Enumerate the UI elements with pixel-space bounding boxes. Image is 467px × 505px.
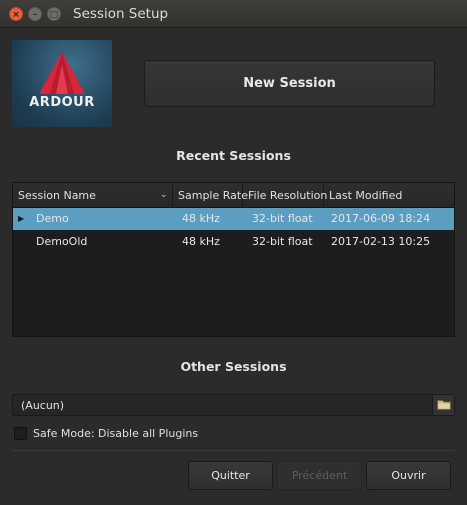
column-header-file-resolution[interactable]: File Resolution [243, 183, 327, 208]
session-name-cell: Demo [36, 212, 69, 225]
quit-button[interactable]: Quitter [188, 461, 273, 490]
safe-mode-checkbox[interactable] [14, 427, 27, 440]
file-resolution-cell: 32-bit float [252, 212, 313, 225]
table-row[interactable]: DemoOld 48 kHz 32-bit float 2017-02-13 1… [13, 231, 454, 253]
separator [12, 450, 455, 451]
title-bar: × – □ Session Setup [0, 0, 467, 28]
previous-button[interactable]: Précédent [277, 461, 362, 490]
minimize-window-button[interactable]: – [28, 7, 42, 21]
safe-mode-label[interactable]: Safe Mode: Disable all Plugins [33, 427, 198, 440]
column-header-session-name[interactable]: Session Name ⌄ [13, 183, 173, 208]
ardour-logo-icon [39, 52, 85, 94]
recent-sessions-table[interactable]: Session Name ⌄ Sample Rate File Resoluti… [12, 182, 455, 337]
column-header-last-modified[interactable]: Last Modified [324, 183, 456, 208]
recent-sessions-heading: Recent Sessions [176, 148, 291, 163]
expander-arrow-icon[interactable]: ▶ [18, 208, 24, 230]
maximize-window-button[interactable]: □ [47, 7, 61, 21]
sample-rate-cell: 48 kHz [182, 235, 220, 248]
column-header-sample-rate[interactable]: Sample Rate [173, 183, 248, 208]
new-session-button[interactable]: New Session [144, 60, 435, 107]
logo-text: ARDOUR [29, 95, 95, 110]
sample-rate-cell: 48 kHz [182, 212, 220, 225]
table-header: Session Name ⌄ Sample Rate File Resoluti… [13, 183, 454, 208]
sort-chevron-icon: ⌄ [160, 190, 168, 200]
close-window-button[interactable]: × [9, 7, 23, 21]
open-button[interactable]: Ouvrir [366, 461, 451, 490]
close-icon: × [12, 10, 20, 20]
session-name-cell: DemoOld [36, 235, 88, 248]
file-chooser-value: (Aucun) [21, 399, 65, 412]
session-file-chooser[interactable]: (Aucun) [12, 394, 455, 416]
table-row[interactable]: ▶ Demo 48 kHz 32-bit float 2017-06-09 18… [13, 208, 454, 230]
ardour-logo: ARDOUR [12, 40, 112, 127]
other-sessions-heading: Other Sessions [180, 359, 287, 374]
last-modified-cell: 2017-02-13 10:25 [331, 235, 431, 248]
last-modified-cell: 2017-06-09 18:24 [331, 212, 431, 225]
window-title: Session Setup [73, 6, 169, 22]
browse-folder-button[interactable] [432, 395, 454, 415]
folder-icon [437, 400, 451, 410]
maximize-icon: □ [49, 10, 59, 20]
column-header-label: Session Name [18, 189, 96, 202]
minimize-icon: – [32, 10, 38, 20]
file-resolution-cell: 32-bit float [252, 235, 313, 248]
